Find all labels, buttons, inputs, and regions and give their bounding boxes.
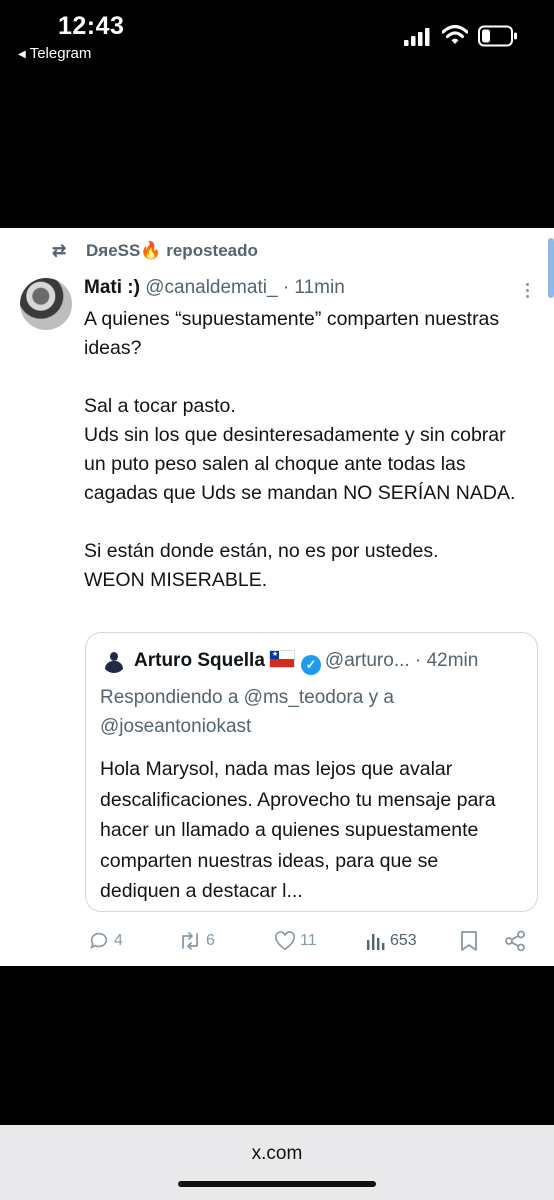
like-count: 11 bbox=[300, 932, 317, 949]
more-options-icon[interactable] bbox=[522, 280, 532, 302]
scroll-indicator[interactable] bbox=[548, 238, 554, 298]
views-count: 653 bbox=[390, 932, 417, 949]
tweet-line: Sal a tocar pasto. bbox=[84, 395, 236, 417]
tweet-line: Uds sin los que desinteresadamente y sin… bbox=[84, 424, 516, 504]
home-indicator[interactable] bbox=[178, 1181, 376, 1187]
meta-separator: · bbox=[277, 277, 295, 298]
quote-replying-to: Respondiendo a @ms_teodora y a @joseanto… bbox=[100, 687, 394, 737]
repost-user[interactable]: DяeSS🔥 bbox=[86, 241, 162, 260]
tweet-time[interactable]: 11min bbox=[294, 277, 344, 298]
cellular-signal-icon bbox=[404, 28, 430, 46]
action-bar: 4 6 11 653 bbox=[0, 926, 554, 956]
wifi-icon bbox=[442, 24, 468, 44]
reply-button[interactable]: 4 bbox=[88, 926, 123, 956]
quote-author-name: Arturo Squella bbox=[134, 650, 265, 671]
quoted-tweet[interactable]: Arturo Squella ★ ✓ @arturo... · 42min Respo… bbox=[85, 632, 538, 912]
repost-header: ⇄ DяeSS🔥 reposteado bbox=[52, 241, 258, 261]
quote-avatar bbox=[102, 649, 126, 673]
repost-action-icon bbox=[182, 932, 198, 950]
back-triangle-icon: ◀ bbox=[18, 49, 26, 60]
like-button[interactable]: 11 bbox=[274, 926, 317, 956]
chile-flag-icon: ★ bbox=[268, 650, 295, 668]
avatar[interactable] bbox=[20, 278, 72, 330]
bookmark-button[interactable] bbox=[460, 926, 482, 956]
views-chart-icon bbox=[367, 934, 385, 950]
browser-url[interactable]: x.com bbox=[0, 1143, 554, 1165]
quote-text: Hola Marysol, nada mas lejos que avalar … bbox=[100, 758, 496, 902]
repost-button[interactable]: 6 bbox=[178, 926, 215, 956]
quote-time: 42min bbox=[426, 650, 479, 671]
heart-icon bbox=[275, 931, 295, 951]
quote-header: Arturo Squella ★ ✓ @arturo... · 42min bbox=[134, 650, 478, 675]
quote-author-handle: @arturo... bbox=[324, 650, 410, 671]
author-name[interactable]: Mati :) bbox=[84, 277, 140, 298]
status-time: 12:43 bbox=[58, 12, 125, 40]
meta-separator: · bbox=[409, 650, 427, 671]
tweet-line: A quienes “supuestamente” comparten nues… bbox=[84, 308, 500, 359]
tweet-line: WEON MISERABLE. bbox=[84, 569, 268, 591]
reply-count: 4 bbox=[114, 932, 123, 949]
share-icon bbox=[505, 930, 525, 952]
views-button[interactable]: 653 bbox=[366, 926, 417, 956]
repost-count: 6 bbox=[206, 932, 215, 949]
repost-icon: ⇄ bbox=[52, 241, 67, 260]
tweet-text: A quienes “supuestamente” comparten nues… bbox=[84, 305, 524, 595]
tweet-header: Mati :) @canaldemati_ · 11min bbox=[84, 277, 345, 299]
verified-badge-icon: ✓ bbox=[300, 655, 321, 675]
back-app-label: Telegram bbox=[29, 45, 92, 62]
status-bar: 12:43 ◀ Telegram bbox=[0, 0, 554, 70]
bookmark-icon bbox=[461, 931, 477, 951]
author-handle[interactable]: @canaldemati_ bbox=[145, 277, 277, 298]
tweet-line: Si están donde están, no es por ustedes. bbox=[84, 540, 439, 562]
repost-label: reposteado bbox=[166, 241, 258, 260]
back-to-app-link[interactable]: ◀ Telegram bbox=[18, 45, 91, 62]
share-button[interactable] bbox=[504, 926, 530, 956]
reply-icon bbox=[90, 932, 108, 950]
battery-icon bbox=[478, 25, 517, 47]
